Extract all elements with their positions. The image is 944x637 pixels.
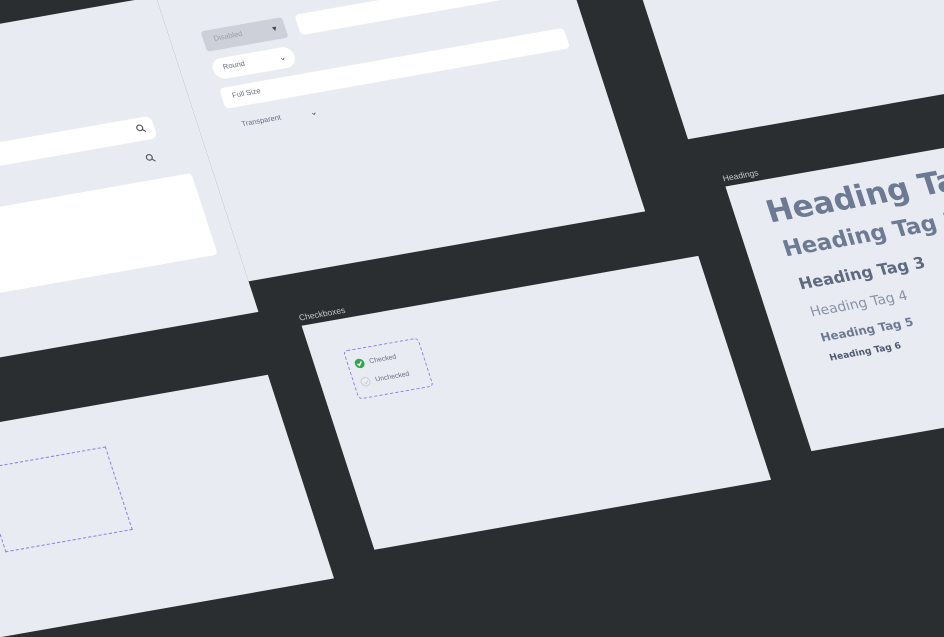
select-disabled: Disabled ▾ <box>200 17 289 52</box>
board-checkboxes: Checked Unchecked <box>301 255 772 550</box>
select-round-label: Round <box>222 60 247 72</box>
checkbox-group: Checked Unchecked <box>342 337 434 400</box>
select-transparent-label: Transparent <box>240 114 283 129</box>
checkbox-unchecked-label: Unchecked <box>374 370 411 384</box>
heading-6: Heading Tag 6 <box>828 340 903 364</box>
select-disabled-label: Disabled <box>212 30 244 43</box>
unchecked-circle-icon <box>359 376 372 388</box>
chevron-down-icon: ⌄ <box>277 52 288 63</box>
checkbox-checked-label: Checked <box>368 353 398 366</box>
canvas-scene: Disabled ▾ ⌄ Round ⌄ Full Size Transpare… <box>0 0 944 637</box>
select-transparent[interactable]: Transparent ⌄ <box>228 100 329 137</box>
dashed-container <box>0 446 133 553</box>
search-icon <box>145 154 156 162</box>
select-full-size-label: Full Size <box>231 87 262 100</box>
content-card <box>0 173 218 305</box>
heading-5: Heading Tag 5 <box>818 315 916 345</box>
chevron-down-icon: ⌄ <box>308 106 319 118</box>
check-icon <box>353 358 366 369</box>
board-top-right <box>608 0 944 140</box>
board-bottom-left <box>0 374 335 637</box>
search-icon <box>136 124 147 133</box>
heading-3: Heading Tag 3 <box>796 253 928 294</box>
chevron-down-icon: ▾ <box>270 23 279 34</box>
select-round[interactable]: Round ⌄ <box>209 45 298 81</box>
checkbox-checked[interactable]: Checked <box>353 352 398 369</box>
select-wide[interactable]: ⌄ <box>294 0 552 36</box>
checkbox-unchecked[interactable]: Unchecked <box>359 369 411 388</box>
heading-4: Heading Tag 4 <box>808 288 910 321</box>
